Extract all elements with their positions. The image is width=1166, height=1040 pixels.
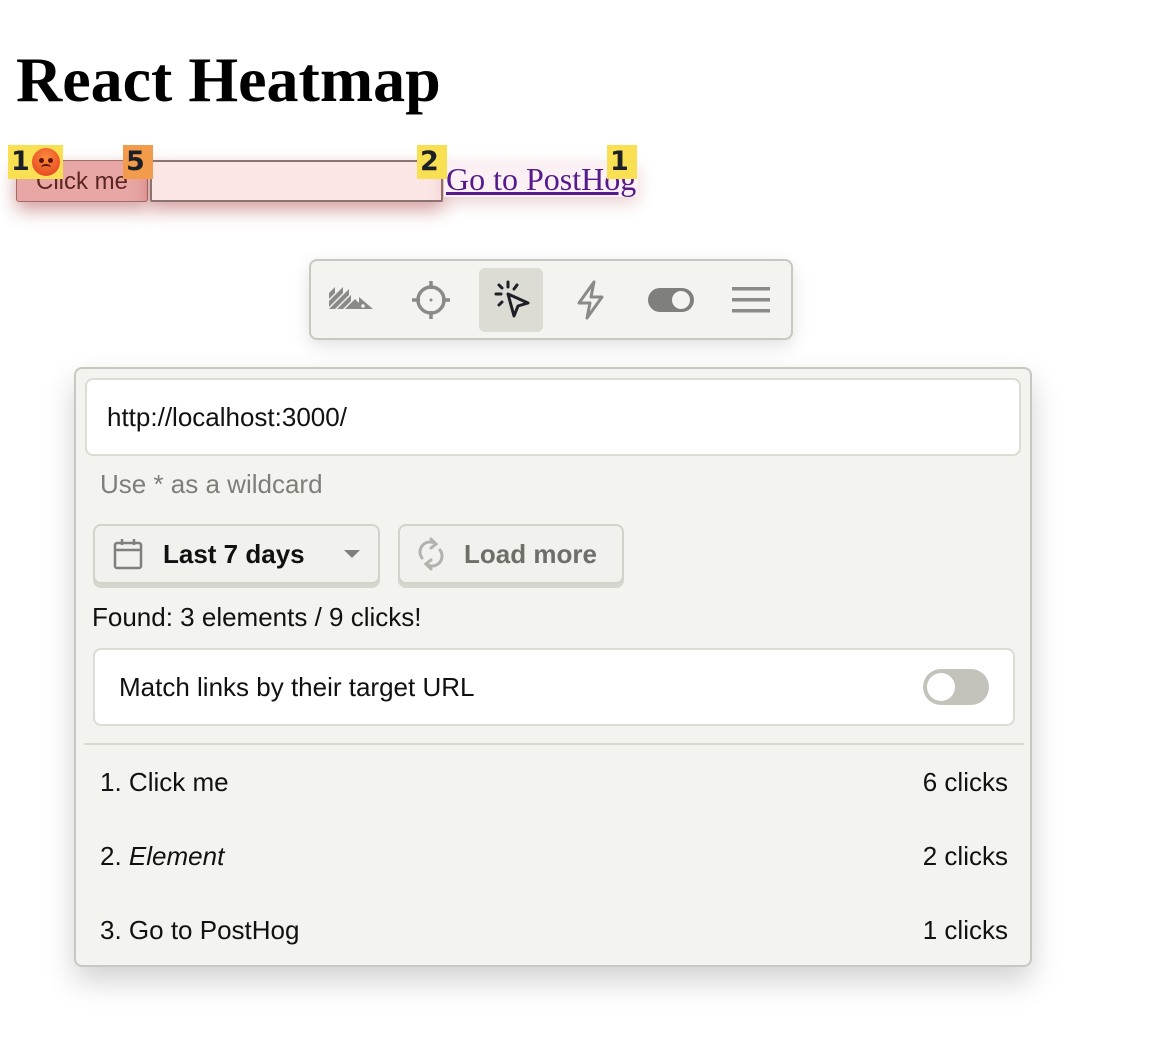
cursor-click-icon xyxy=(494,280,530,317)
badge-count: 1 xyxy=(11,146,30,177)
heatmap-badge[interactable]: 1 xyxy=(607,145,637,179)
hamburger-menu-icon xyxy=(732,286,770,312)
badge-count: 5 xyxy=(126,146,145,177)
match-links-toggle[interactable] xyxy=(923,669,989,705)
badge-count: 1 xyxy=(610,146,629,177)
element-clicks: 2 clicks xyxy=(922,840,1008,871)
element-clicks: 6 clicks xyxy=(922,766,1008,797)
toolbar-menu-button[interactable] xyxy=(719,268,783,332)
toolbar-actions-button[interactable] xyxy=(559,268,623,332)
toolbar-feature-flags-button[interactable] xyxy=(639,268,703,332)
page-text-input[interactable] xyxy=(150,160,443,202)
heatmap-badge[interactable]: 5 xyxy=(123,145,153,179)
posthog-toolbar xyxy=(309,259,793,340)
toolbar-logo-button[interactable] xyxy=(319,268,383,332)
list-item[interactable]: 2. Element 2 clicks xyxy=(100,819,1008,893)
load-more-button[interactable]: Load more xyxy=(398,524,624,584)
match-links-label: Match links by their target URL xyxy=(119,671,475,702)
posthog-logo-icon xyxy=(329,286,373,309)
heatmap-badge[interactable]: 2 xyxy=(417,145,447,179)
element-list: 1. Click me 6 clicks 2. Element 2 clicks… xyxy=(100,745,1008,967)
lightning-icon xyxy=(577,280,604,319)
list-item[interactable]: 3. Go to PostHog 1 clicks xyxy=(100,893,1008,967)
heatmap-panel: Use * as a wildcard Last 7 days Load mor… xyxy=(74,367,1032,967)
refresh-icon xyxy=(418,537,444,571)
load-more-label: Load more xyxy=(464,538,597,569)
element-clicks: 1 clicks xyxy=(922,914,1008,945)
url-pattern-input[interactable] xyxy=(85,378,1021,456)
page-title: React Heatmap xyxy=(16,44,441,115)
toolbar-heatmap-button[interactable] xyxy=(479,267,543,332)
element-name: 3. Go to PostHog xyxy=(100,914,300,945)
rage-click-icon xyxy=(31,148,60,176)
date-range-label: Last 7 days xyxy=(163,538,305,569)
date-range-dropdown[interactable]: Last 7 days xyxy=(93,524,380,584)
toolbar-inspect-button[interactable] xyxy=(399,268,463,332)
crosshair-icon xyxy=(412,280,450,319)
found-summary: Found: 3 elements / 9 clicks! xyxy=(92,602,422,632)
toggle-knob xyxy=(927,673,955,701)
calendar-icon xyxy=(113,539,143,570)
toggle-icon xyxy=(648,287,694,312)
element-name: 1. Click me xyxy=(100,766,229,797)
list-item[interactable]: 1. Click me 6 clicks xyxy=(100,745,1008,819)
element-name: 2. Element xyxy=(100,840,225,871)
url-wildcard-hint: Use * as a wildcard xyxy=(100,469,323,499)
heatmap-badge[interactable]: 1 xyxy=(8,145,63,179)
chevron-down-icon xyxy=(344,550,360,558)
badge-count: 2 xyxy=(420,146,439,177)
match-links-setting: Match links by their target URL xyxy=(93,648,1015,726)
